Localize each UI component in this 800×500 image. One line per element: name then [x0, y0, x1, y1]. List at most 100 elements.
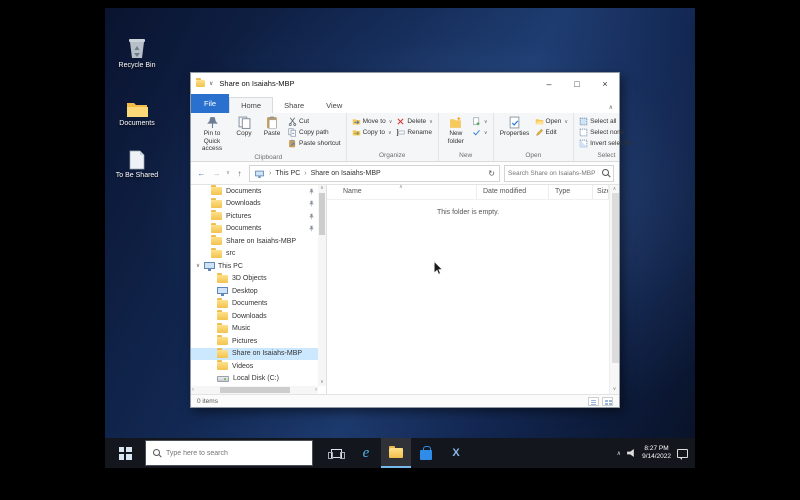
column-header-date-modified[interactable]: Date modified [477, 185, 549, 199]
nav-item-documents-pc[interactable]: Documents [191, 298, 318, 311]
main-vertical-scrollbar[interactable]: ∧ ∨ [609, 185, 619, 394]
copy-to-button[interactable]: Copy to ∨ [350, 127, 395, 138]
forward-button[interactable]: → [211, 169, 222, 178]
scroll-down-icon[interactable]: ∨ [318, 379, 326, 386]
properties-button[interactable]: Properties [497, 114, 533, 138]
tab-file[interactable]: File [191, 94, 229, 113]
paste-shortcut-button[interactable]: Paste shortcut [286, 138, 343, 149]
paste-shortcut-icon [288, 139, 297, 148]
nav-item-3d-objects[interactable]: 3D Objects [191, 273, 318, 286]
recent-locations-button[interactable]: ∨ [226, 170, 230, 176]
nav-item-videos[interactable]: Videos [191, 360, 318, 373]
tab-view[interactable]: View [315, 98, 353, 113]
scrollbar-thumb[interactable] [220, 387, 290, 393]
scroll-up-icon[interactable]: ∧ [610, 186, 619, 193]
desktop-icon-to-be-shared[interactable]: To Be Shared [109, 150, 165, 180]
delete-button[interactable]: Delete ∨ [394, 116, 434, 127]
thumbnails-view-button[interactable] [602, 397, 613, 406]
collapse-ribbon-button[interactable]: ∧ [609, 104, 613, 111]
cut-button[interactable]: Cut [286, 116, 343, 127]
tab-home[interactable]: Home [229, 97, 273, 113]
task-view-button[interactable] [321, 438, 351, 468]
nav-item-share-on-isaiahs-mbp-quick[interactable]: Share on Isaiahs-MBP [191, 235, 318, 248]
copy-icon [238, 116, 251, 129]
pin-icon [308, 225, 315, 232]
new-folder-icon [449, 116, 462, 129]
column-header-name[interactable]: ∧ Name [327, 185, 477, 199]
edit-button[interactable]: Edit [533, 127, 571, 138]
taskbar-icon-x-app[interactable]: X [441, 438, 471, 468]
maximize-button[interactable]: □ [563, 73, 591, 94]
nav-item-downloads-pinned[interactable]: Downloads [191, 198, 318, 211]
ribbon-group-new: New folder ∨ ∨ [438, 113, 493, 161]
empty-folder-message: This folder is empty. [327, 209, 609, 216]
desktop-icon-documents[interactable]: Documents [109, 100, 165, 128]
back-button[interactable]: ← [196, 169, 207, 178]
properties-icon [508, 116, 521, 129]
start-button[interactable] [105, 438, 145, 468]
breadcrumb[interactable]: › This PC › Share on Isaiahs-MBP ↻ [249, 165, 500, 182]
nav-item-this-pc[interactable]: ∨ This PC [191, 260, 318, 273]
breadcrumb-segment-share[interactable]: Share on Isaiahs-MBP [311, 170, 381, 177]
nav-horizontal-scrollbar[interactable]: ‹ › [191, 386, 318, 394]
new-item-button[interactable]: ∨ [470, 116, 490, 127]
scroll-left-icon[interactable]: ‹ [192, 386, 194, 394]
hidden-icons-button[interactable]: ∧ [617, 450, 621, 457]
nav-item-desktop[interactable]: Desktop [191, 285, 318, 298]
refresh-button[interactable]: ↻ [488, 169, 495, 178]
breadcrumb-segment-this-pc[interactable]: This PC [275, 170, 300, 177]
copy-button[interactable]: Copy [230, 114, 258, 138]
search-icon [602, 169, 610, 177]
select-all-button[interactable]: Select all [577, 116, 636, 127]
rename-button[interactable]: Rename [394, 127, 434, 138]
open-button[interactable]: Open ∨ [533, 116, 571, 127]
taskbar-icon-file-explorer[interactable] [381, 438, 411, 468]
scrollbar-thumb[interactable] [612, 193, 619, 363]
expander-icon[interactable]: ∨ [195, 263, 201, 269]
nav-item-src[interactable]: src [191, 248, 318, 261]
nav-item-music[interactable]: Music [191, 323, 318, 336]
action-center-icon[interactable] [677, 449, 688, 458]
select-none-button[interactable]: Select none [577, 127, 636, 138]
close-button[interactable]: × [591, 73, 619, 94]
pin-icon [308, 200, 315, 207]
nav-vertical-scrollbar[interactable]: ∧ ∨ [318, 185, 326, 386]
nav-item-documents-pinned[interactable]: Documents [191, 185, 318, 198]
up-button[interactable]: ↑ [234, 169, 245, 178]
paste-button[interactable]: Paste [258, 114, 286, 138]
desktop-icon-recycle-bin[interactable]: Recycle Bin [109, 36, 165, 70]
copy-path-button[interactable]: Copy path [286, 127, 343, 138]
taskbar-search-box[interactable] [145, 440, 313, 466]
taskbar-search-input[interactable] [166, 450, 305, 457]
new-folder-button[interactable]: New folder [442, 114, 470, 145]
taskbar-icon-store[interactable] [411, 438, 441, 468]
nav-item-pictures-pinned[interactable]: Pictures [191, 210, 318, 223]
taskbar-clock[interactable]: 8:27 PM 9/14/2022 [642, 445, 671, 461]
scroll-right-icon[interactable]: › [315, 386, 317, 394]
column-header-size[interactable]: Size [593, 185, 609, 199]
details-view-button[interactable] [588, 397, 599, 406]
move-to-button[interactable]: Move to ∨ [350, 116, 395, 127]
pin-to-quick-access-button[interactable]: Pin to Quick access [194, 114, 230, 153]
nav-item-downloads-pc[interactable]: Downloads [191, 310, 318, 323]
scroll-down-icon[interactable]: ∨ [610, 386, 619, 393]
invert-selection-button[interactable]: Invert selection [577, 138, 636, 149]
nav-item-share-on-isaiahs-mbp[interactable]: Share on Isaiahs-MBP [191, 348, 318, 361]
window-controls: – □ × [535, 73, 619, 94]
volume-icon[interactable] [627, 449, 636, 458]
nav-item-pictures-pc[interactable]: Pictures [191, 335, 318, 348]
nav-item-documents-2[interactable]: Documents [191, 223, 318, 236]
customize-quick-access-button[interactable]: ∨ [209, 80, 213, 87]
title-bar[interactable]: ∨ Share on Isaiahs-MBP – □ × [191, 73, 619, 94]
tab-share[interactable]: Share [273, 98, 315, 113]
scroll-up-icon[interactable]: ∧ [318, 185, 326, 192]
column-header-type[interactable]: Type [549, 185, 593, 199]
scrollbar-thumb[interactable] [319, 193, 325, 235]
ribbon-group-label-clipboard: Clipboard [194, 153, 343, 163]
easy-access-button[interactable]: ∨ [470, 127, 490, 138]
search-box[interactable] [504, 165, 614, 182]
search-input[interactable] [508, 170, 600, 177]
minimize-button[interactable]: – [535, 73, 563, 94]
taskbar-icon-internet-explorer[interactable]: e [351, 438, 381, 468]
nav-item-local-disk-c[interactable]: Local Disk (C:) [191, 373, 318, 386]
